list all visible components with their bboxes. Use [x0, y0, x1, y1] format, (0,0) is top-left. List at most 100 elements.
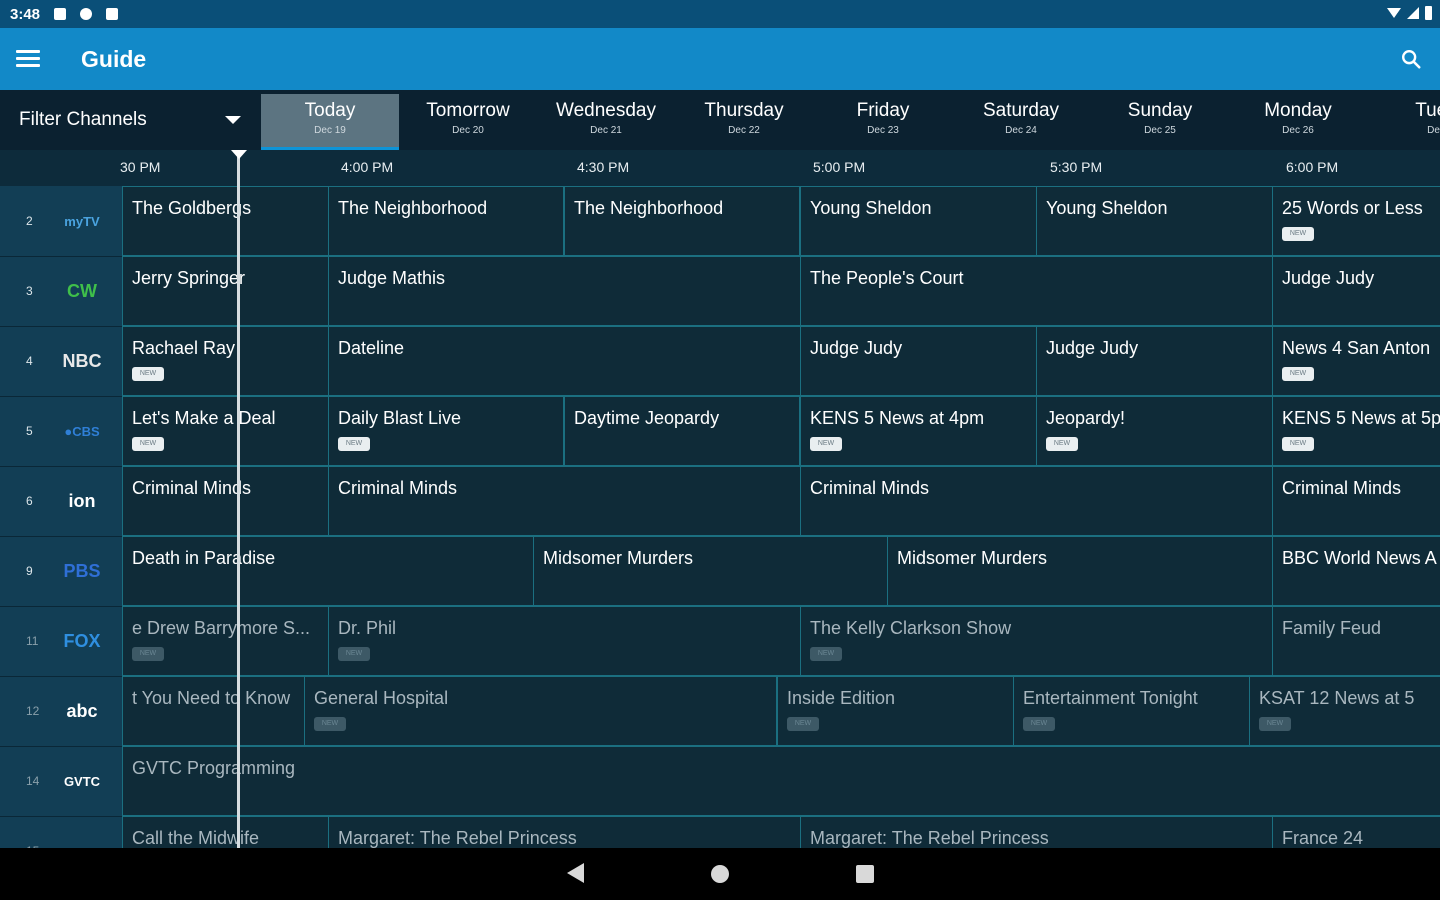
search-icon[interactable]	[1400, 48, 1422, 70]
channel-row[interactable]: 4 NBC	[0, 326, 122, 397]
program-cell[interactable]: News 4 San Anton NEW	[1272, 326, 1440, 396]
channel-number: 12	[26, 704, 40, 718]
back-icon[interactable]	[567, 863, 584, 883]
channel-logo: ion	[68, 490, 96, 511]
new-badge: NEW	[132, 367, 164, 381]
program-cell[interactable]: Criminal Minds	[1272, 466, 1440, 536]
day-date: Dec 20	[452, 125, 484, 136]
channel-row[interactable]: 9 PBS	[0, 536, 122, 607]
program-cell[interactable]: Family Feud	[1272, 606, 1440, 676]
channel-row[interactable]: 5 ●CBS	[0, 396, 122, 467]
tab-day-monday[interactable]: Monday Dec 26	[1229, 94, 1367, 150]
program-cell[interactable]: Call the Midwife	[122, 816, 329, 848]
program-cell[interactable]: Young Sheldon	[800, 186, 1037, 256]
program-cell[interactable]: Jerry Springer	[122, 256, 329, 326]
channel-row[interactable]: 6 ion	[0, 466, 122, 537]
program-cell[interactable]: Midsomer Murders	[887, 536, 1273, 606]
tab-day-tomorrow[interactable]: Tomorrow Dec 20	[399, 94, 537, 150]
program-cell[interactable]: Judge Mathis	[328, 256, 801, 326]
program-title: The Neighborhood	[574, 198, 724, 218]
program-title: e Drew Barrymore S...	[132, 618, 311, 638]
channel-number: 2	[26, 214, 33, 228]
program-grid: The Goldbergs The Neighborhood The Neighbo…	[122, 186, 1440, 848]
program-cell[interactable]: Young Sheldon	[1036, 186, 1273, 256]
program-cell[interactable]: GVTC Programming	[122, 746, 1440, 816]
program-cell[interactable]: Judge Judy	[1272, 256, 1440, 326]
tab-day-thursday[interactable]: Thursday Dec 22	[675, 94, 813, 150]
time-slot-label: 30 PM	[120, 159, 161, 175]
program-cell[interactable]: Dr. Phil NEW	[328, 606, 801, 676]
program-title: Dr. Phil	[338, 618, 397, 638]
tab-day-wednesday[interactable]: Wednesday Dec 21	[537, 94, 675, 150]
program-title: The Kelly Clarkson Show	[810, 618, 1012, 638]
filter-channels-dropdown[interactable]: Filter Channels	[0, 90, 260, 150]
new-badge: NEW	[787, 717, 819, 731]
program-cell[interactable]: Rachael Ray NEW	[122, 326, 329, 396]
program-cell[interactable]: The Neighborhood	[328, 186, 564, 256]
time-slot-label: 5:30 PM	[1050, 159, 1103, 175]
channel-row[interactable]: 14 GVTC	[0, 746, 122, 817]
program-title: Judge Judy	[810, 338, 903, 358]
program-cell[interactable]: Death in Paradise	[122, 536, 534, 606]
program-title: News 4 San Anton	[1282, 338, 1431, 358]
program-cell[interactable]: e Drew Barrymore S... NEW	[122, 606, 329, 676]
tab-day-sunday[interactable]: Sunday Dec 25	[1091, 94, 1229, 150]
program-cell[interactable]: Dateline	[328, 326, 801, 396]
program-cell[interactable]: KSAT 12 News at 5 NEW	[1249, 676, 1440, 746]
channel-row[interactable]: 11 FOX	[0, 606, 122, 677]
tab-day-friday[interactable]: Friday Dec 23	[814, 94, 952, 150]
program-cell[interactable]: KENS 5 News at 4pm NEW	[800, 396, 1037, 466]
new-badge: NEW	[132, 437, 164, 451]
channel-logo: GVTC	[63, 773, 101, 789]
recents-icon[interactable]	[856, 865, 874, 883]
tab-day-saturday[interactable]: Saturday Dec 24	[952, 94, 1090, 150]
program-title: Jeopardy!	[1046, 408, 1126, 428]
program-cell[interactable]: t You Need to Know	[122, 676, 305, 746]
program-cell[interactable]: KENS 5 News at 5p NEW	[1272, 396, 1440, 466]
day-date: Dec 21	[590, 125, 622, 136]
app-notification-icon	[80, 8, 93, 20]
program-cell[interactable]: Jeopardy! NEW	[1036, 396, 1273, 466]
tab-day-tues[interactable]: Tues Dec	[1367, 94, 1440, 150]
channel-row[interactable]: 3 CW	[0, 256, 122, 327]
program-cell[interactable]: Inside Edition NEW	[777, 676, 1014, 746]
program-cell[interactable]: Entertainment Tonight NEW	[1013, 676, 1250, 746]
program-cell[interactable]: Daytime Jeopardy	[564, 396, 800, 466]
program-cell[interactable]: Let's Make a Deal NEW	[122, 396, 329, 466]
program-cell[interactable]: Judge Judy	[1036, 326, 1273, 396]
tab-day-today[interactable]: Today Dec 19	[261, 94, 399, 150]
program-cell[interactable]: Margaret: The Rebel Princess	[800, 816, 1273, 848]
program-cell[interactable]: Midsomer Murders	[533, 536, 888, 606]
program-cell[interactable]: The People's Court	[800, 256, 1273, 326]
program-cell[interactable]: The Neighborhood	[564, 186, 800, 256]
program-title: BBC World News A	[1282, 548, 1437, 568]
program-cell[interactable]: France 24	[1272, 816, 1440, 848]
program-title: GVTC Programming	[132, 758, 296, 778]
program-cell[interactable]: 25 Words or Less NEW	[1272, 186, 1440, 256]
program-title: Daily Blast Live	[338, 408, 462, 428]
channel-number: 6	[26, 494, 33, 508]
program-cell[interactable]: General Hospital NEW	[304, 676, 777, 746]
program-cell[interactable]: Criminal Minds	[328, 466, 801, 536]
new-badge: NEW	[810, 437, 842, 451]
app-bar: Guide	[0, 28, 1440, 90]
program-cell[interactable]: BBC World News A	[1272, 536, 1440, 606]
new-badge: NEW	[338, 647, 370, 661]
day-name: Tues	[1415, 100, 1440, 121]
program-cell[interactable]: Margaret: The Rebel Princess	[328, 816, 801, 848]
program-cell[interactable]: The Kelly Clarkson Show NEW	[800, 606, 1273, 676]
home-icon[interactable]	[711, 865, 729, 883]
program-cell[interactable]: The Goldbergs	[122, 186, 329, 256]
day-name: Wednesday	[556, 100, 656, 121]
channel-row[interactable]: 12 abc	[0, 676, 122, 747]
day-name: Thursday	[704, 100, 784, 121]
program-title: 25 Words or Less	[1282, 198, 1423, 218]
program-title: Criminal Minds	[338, 478, 458, 498]
program-cell[interactable]: Criminal Minds	[800, 466, 1273, 536]
program-cell[interactable]: Daily Blast Live NEW	[328, 396, 564, 466]
day-name: Saturday	[982, 100, 1060, 121]
program-cell[interactable]: Criminal Minds	[122, 466, 329, 536]
channel-row[interactable]: 2 myTV	[0, 186, 122, 257]
hamburger-menu-icon[interactable]	[16, 50, 40, 68]
program-cell[interactable]: Judge Judy	[800, 326, 1037, 396]
